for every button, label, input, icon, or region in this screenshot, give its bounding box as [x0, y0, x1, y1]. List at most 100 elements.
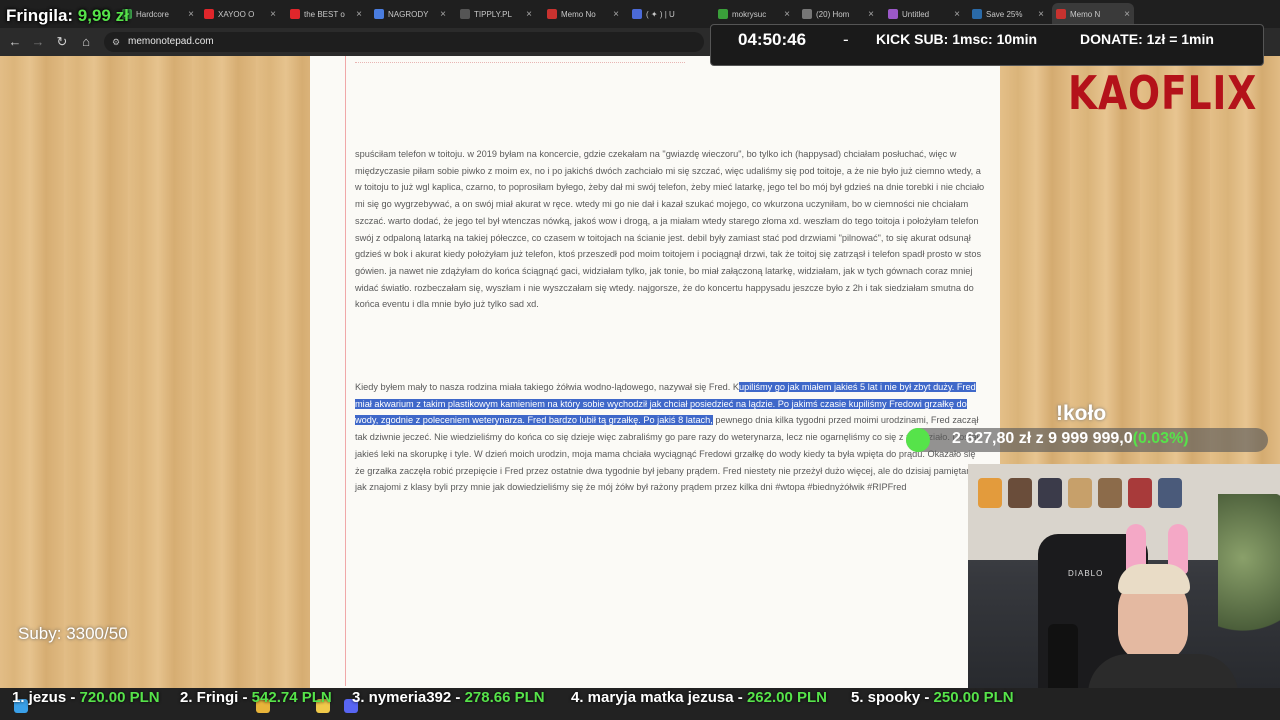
- tab-favicon-icon: [632, 9, 642, 19]
- close-icon[interactable]: ×: [356, 9, 362, 20]
- plant: [1218, 494, 1280, 654]
- figurine: [1098, 478, 1122, 508]
- donor-rank: 2. Fringi -: [180, 689, 248, 706]
- site-info-icon[interactable]: ⚙: [112, 32, 120, 52]
- kick-sub-info: KICK SUB: 1msc: 10min: [876, 31, 1038, 47]
- tab-favicon-icon: [204, 9, 214, 19]
- tab-label: TIPPLY.PL: [474, 9, 512, 19]
- browser-tab[interactable]: Hardcore ×: [118, 3, 198, 25]
- figurine: [1128, 478, 1152, 508]
- tab-label: Hardcore: [136, 9, 169, 19]
- url-text: memonotepad.com: [128, 36, 214, 47]
- close-icon[interactable]: ×: [954, 9, 960, 20]
- tab-label: Memo No: [561, 9, 596, 19]
- close-icon[interactable]: ×: [188, 9, 194, 20]
- back-icon[interactable]: ←: [7, 34, 23, 50]
- wood-background-left: [0, 56, 310, 720]
- figurine: [1038, 478, 1062, 508]
- figurine: [1008, 478, 1032, 508]
- tab-favicon-icon: [374, 9, 384, 19]
- wheel-command: !koło: [1056, 402, 1107, 425]
- close-icon[interactable]: ×: [613, 9, 619, 20]
- figurine: [978, 478, 1002, 508]
- goal-target: 9 999 999,0: [1048, 430, 1133, 447]
- close-icon[interactable]: ×: [440, 9, 446, 20]
- tab-favicon-icon: [290, 9, 300, 19]
- donation-goal-text: 2 627,80 zł z 9 999 999,0(0.03%): [952, 430, 1189, 448]
- reload-icon[interactable]: ↻: [54, 34, 70, 50]
- donor-entry: 5. spooky - 250.00 PLN: [851, 689, 1014, 706]
- tab-label: mokrysuc: [732, 9, 767, 19]
- donor-amount: 720.00 PLN: [79, 689, 160, 706]
- browser-tab[interactable]: Save 25% ×: [968, 3, 1048, 25]
- tab-label: (20) Hom: [816, 9, 850, 19]
- forward-icon[interactable]: →: [30, 34, 46, 50]
- note-text: Kiedy byłem mały to nasza rodzina miała …: [355, 382, 740, 392]
- note-text: pewnego dnia kilka tygodni przed moimi u…: [355, 415, 979, 493]
- chair-brand: DIABLO: [1068, 569, 1104, 578]
- donate-info: DONATE: 1zł = 1min: [1080, 31, 1214, 47]
- browser-tab[interactable]: (20) Hom ×: [798, 3, 878, 25]
- fringila-label: Fringila:: [6, 6, 74, 25]
- browser-tab[interactable]: NAGRODY ×: [370, 3, 450, 25]
- top-donors-ticker: 1. jezus - 720.00 PLN 2. Fringi - 542.74…: [0, 688, 1280, 712]
- close-icon[interactable]: ×: [1124, 9, 1130, 20]
- timer-separator: -: [843, 30, 849, 49]
- close-icon[interactable]: ×: [1038, 9, 1044, 20]
- donor-rank: 4. maryja matka jezusa -: [571, 689, 743, 706]
- browser-tab[interactable]: the BEST o ×: [286, 3, 366, 25]
- tab-favicon-icon: [718, 9, 728, 19]
- tab-favicon-icon: [460, 9, 470, 19]
- donor-amount: 542.74 PLN: [251, 689, 332, 706]
- donor-amount: 262.00 PLN: [746, 689, 827, 706]
- donor-entry: 3. nymeria392 - 278.66 PLN: [352, 689, 545, 706]
- note-paragraph[interactable]: spuściłam telefon w toitoju. w 2019 była…: [355, 146, 985, 313]
- webcam-feed: DIABLO: [968, 464, 1280, 720]
- kaoflix-logo: KAOFLIX: [1068, 66, 1258, 120]
- close-icon[interactable]: ×: [270, 9, 276, 20]
- close-icon[interactable]: ×: [784, 9, 790, 20]
- donor-amount: 278.66 PLN: [464, 689, 545, 706]
- donor-rank: 3. nymeria392 -: [352, 689, 461, 706]
- tab-favicon-icon: [972, 9, 982, 19]
- donor-rank: 1. jezus -: [12, 689, 76, 706]
- url-input[interactable]: ⚙ memonotepad.com: [104, 32, 704, 52]
- donor-amount: 250.00 PLN: [933, 689, 1014, 706]
- close-icon[interactable]: ×: [868, 9, 874, 20]
- streamer-hair: [1118, 564, 1190, 594]
- tab-label: Untitled: [902, 9, 930, 19]
- browser-tab[interactable]: ( ✦ ) | U: [628, 3, 708, 25]
- subs-counter: Suby: 3300/50: [18, 624, 128, 643]
- close-icon[interactable]: ×: [526, 9, 532, 20]
- fringila-donation-label: Fringila: 9,99 zł: [6, 6, 129, 26]
- note-paragraph[interactable]: Kiedy byłem mały to nasza rodzina miała …: [355, 379, 985, 496]
- browser-tab[interactable]: XAYOO O ×: [200, 3, 280, 25]
- tab-favicon-icon: [1056, 9, 1066, 19]
- browser-tab[interactable]: mokrysuc ×: [714, 3, 794, 25]
- goal-current: 2 627,80 zł: [952, 430, 1032, 447]
- subathon-timer: 04:50:46: [738, 30, 807, 49]
- tab-label: Memo N: [1070, 9, 1101, 19]
- tab-label: XAYOO O: [218, 9, 255, 19]
- browser-tab[interactable]: Memo No ×: [543, 3, 623, 25]
- browser-tab-active[interactable]: Memo N ×: [1052, 3, 1134, 25]
- tab-label: NAGRODY: [388, 9, 429, 19]
- home-icon[interactable]: ⌂: [78, 34, 94, 50]
- donation-goal-fill: [906, 428, 930, 452]
- tab-favicon-icon: [802, 9, 812, 19]
- tab-favicon-icon: [547, 9, 557, 19]
- goal-sep: z: [1035, 430, 1044, 447]
- tab-label: Save 25%: [986, 9, 1023, 19]
- notepad-previous-line: [355, 54, 685, 63]
- goal-percent: (0.03%): [1132, 430, 1189, 447]
- notepad-margin-line: [345, 56, 346, 686]
- donor-rank: 5. spooky -: [851, 689, 930, 706]
- donor-entry: 2. Fringi - 542.74 PLN: [180, 689, 332, 706]
- donor-entry: 1. jezus - 720.00 PLN: [12, 689, 160, 706]
- tab-label: ( ✦ ) | U: [646, 9, 675, 19]
- donor-entry: 4. maryja matka jezusa - 262.00 PLN: [571, 689, 827, 706]
- browser-tab[interactable]: Untitled ×: [884, 3, 964, 25]
- browser-tab[interactable]: TIPPLY.PL ×: [456, 3, 536, 25]
- figurine: [1158, 478, 1182, 508]
- tab-favicon-icon: [888, 9, 898, 19]
